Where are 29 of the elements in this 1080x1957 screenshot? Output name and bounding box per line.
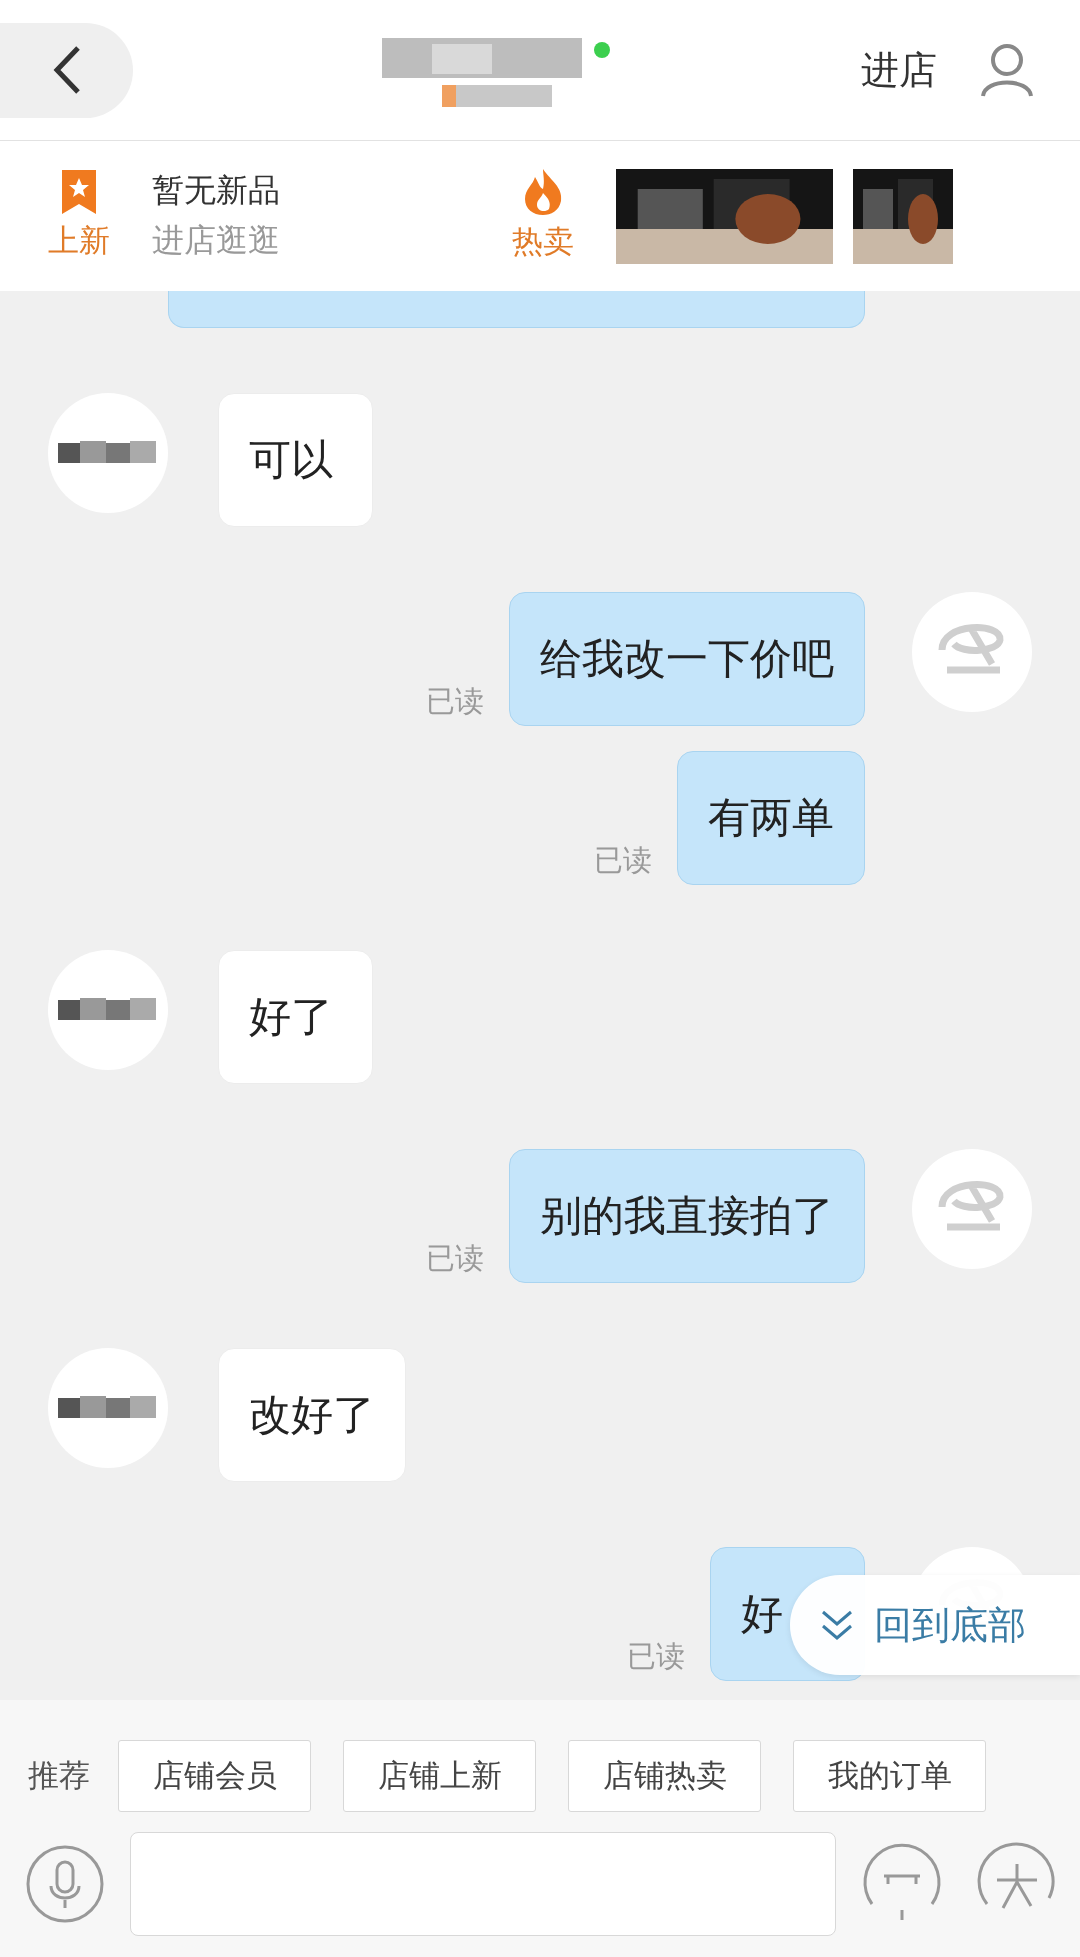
new-arrivals-label: 上新: [48, 221, 110, 260]
read-status: 已读: [627, 1638, 685, 1675]
message-bubble: 好了: [218, 950, 373, 1084]
user-icon[interactable]: [979, 42, 1035, 98]
message-bubble: 别的我直接拍了: [509, 1149, 865, 1283]
read-status: 已读: [426, 1240, 484, 1277]
promo-title: 暂无新品: [152, 170, 281, 211]
message-bubble: 改好了: [218, 1348, 406, 1482]
back-button[interactable]: [0, 22, 133, 118]
promo-subtitle: 进店逛逛: [152, 220, 281, 261]
microphone-icon[interactable]: [25, 1844, 105, 1924]
quick-reply-button[interactable]: 店铺上新: [343, 1740, 536, 1812]
back-icon: [51, 45, 82, 95]
message-bubble: 有两单: [677, 751, 865, 885]
quick-reply-button[interactable]: 我的订单: [793, 1740, 986, 1812]
message-input[interactable]: [130, 1832, 836, 1936]
read-status: 已读: [594, 842, 652, 879]
message-bubble: 可以: [218, 393, 373, 527]
recommend-label: 推荐: [28, 1756, 90, 1795]
double-chevron-icon: [820, 1608, 854, 1642]
message-bubble: 给我改一下价吧: [509, 592, 865, 726]
hot-sale-label: 热卖: [512, 222, 574, 261]
flame-icon: [523, 169, 563, 215]
read-status: 已读: [426, 683, 484, 720]
quick-reply-button[interactable]: 店铺热卖: [568, 1740, 761, 1812]
quick-reply-button[interactable]: 店铺会员: [118, 1740, 311, 1812]
bookmark-star-icon: [62, 170, 96, 214]
enter-shop-link[interactable]: 进店: [861, 44, 937, 96]
back-to-bottom-button[interactable]: 回到底部: [790, 1575, 1080, 1675]
